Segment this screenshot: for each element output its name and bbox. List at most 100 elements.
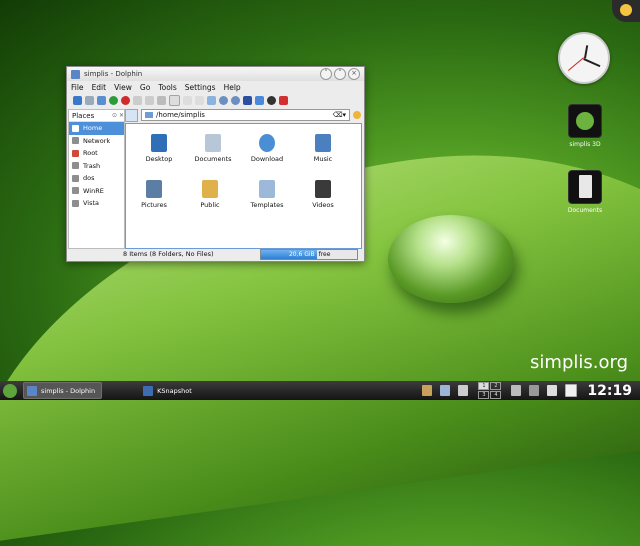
location-input[interactable]: /home/simplis ⌫▾ (141, 109, 350, 121)
up-icon[interactable] (97, 95, 106, 105)
places-item-label: Trash (83, 161, 101, 170)
paste-icon[interactable] (157, 95, 166, 105)
menu-help[interactable]: Help (224, 83, 241, 92)
maximize-button[interactable]: ˄ (334, 68, 346, 80)
drive-icon (72, 199, 79, 207)
back-icon[interactable] (73, 95, 82, 105)
tools-icon[interactable] (422, 385, 433, 396)
wallpaper-brand-text: simplis.org (530, 352, 628, 373)
file-item-desktop[interactable]: Desktop (134, 134, 184, 163)
desktop-icon-documents[interactable]: Documents (560, 170, 610, 214)
stop-icon[interactable] (121, 95, 130, 105)
forward-icon[interactable] (85, 95, 94, 105)
used-space-bar: 20,6 GiB (261, 249, 317, 259)
places-item-vista[interactable]: Vista (69, 197, 124, 210)
location-text: /home/simplis (156, 111, 205, 119)
places-item-dos[interactable]: dos (69, 172, 124, 185)
binoculars-icon[interactable] (267, 95, 276, 105)
status-text: 8 Items (8 Folders, No Files) (123, 250, 214, 258)
desktop-toolbox-button[interactable] (612, 0, 640, 22)
file-item-label: Public (200, 201, 220, 209)
volume-icon[interactable] (529, 385, 540, 396)
analog-clock-widget[interactable] (558, 32, 610, 84)
location-mode-button[interactable] (125, 108, 138, 122)
file-item-documents[interactable]: Documents (188, 134, 238, 163)
cashew-icon (620, 4, 632, 16)
places-item-root[interactable]: Root (69, 147, 124, 160)
digital-clock[interactable]: 12:19 (587, 383, 632, 399)
clock-hour-hand (584, 45, 589, 59)
dolphin-app-icon (27, 385, 37, 396)
cut-icon[interactable] (133, 95, 142, 105)
menu-settings[interactable]: Settings (185, 83, 216, 92)
pager-desktop-2[interactable]: 2 (490, 382, 502, 390)
menu-go[interactable]: Go (140, 83, 150, 92)
menu-view[interactable]: View (114, 83, 132, 92)
menu-file[interactable]: File (71, 83, 84, 92)
places-item-label: Root (83, 149, 98, 158)
copy-icon[interactable] (145, 95, 154, 105)
places-item-network[interactable]: Network (69, 135, 124, 148)
network-icon (72, 137, 79, 145)
panel-close-icon[interactable]: ⊙ ✕ (112, 112, 124, 119)
pager-desktop-1[interactable]: 1 (478, 382, 490, 390)
application-launcher-button[interactable] (3, 383, 17, 398)
network-icon[interactable] (511, 385, 522, 396)
columns-view-icon[interactable] (195, 95, 204, 105)
file-item-public[interactable]: Public (185, 180, 235, 209)
go-button[interactable] (353, 111, 361, 119)
menu-edit[interactable]: Edit (92, 83, 107, 92)
icons-view-icon[interactable] (169, 94, 180, 106)
device-notifier-icon[interactable] (458, 385, 469, 396)
documents-folder-icon (205, 134, 221, 152)
details-view-icon[interactable] (183, 95, 192, 105)
task-dolphin[interactable]: simplis - Dolphin (23, 382, 103, 399)
templates-folder-icon (259, 180, 275, 198)
notes-icon[interactable] (565, 384, 578, 397)
public-folder-icon (202, 180, 218, 198)
file-item-label: Videos (312, 201, 334, 209)
free-space-label: free (318, 250, 331, 258)
desktop-pager: 1 2 3 4 (478, 382, 502, 399)
drive-icon (72, 187, 79, 195)
file-item-videos[interactable]: Videos (298, 180, 348, 209)
battery-icon[interactable] (547, 385, 558, 396)
file-item-templates[interactable]: Templates (242, 180, 292, 209)
zoom-out-icon[interactable] (231, 95, 240, 105)
minimize-button[interactable]: ˅ (320, 68, 332, 80)
file-item-pictures[interactable]: Pictures (129, 180, 179, 209)
places-item-home[interactable]: Home (69, 122, 124, 135)
file-view[interactable]: Desktop Documents Download Music Picture… (125, 123, 362, 249)
pager-desktop-3[interactable]: 3 (478, 391, 490, 399)
file-item-download[interactable]: Download (242, 134, 292, 163)
clock-second-hand (568, 57, 584, 71)
preview-icon[interactable] (207, 95, 216, 105)
task-label: KSnapshot (157, 386, 192, 395)
zoom-in-icon[interactable] (219, 95, 228, 105)
free-space-indicator: 20,6 GiB free (260, 248, 358, 260)
find-icon[interactable] (255, 95, 264, 105)
pager-desktop-4[interactable]: 4 (490, 391, 502, 399)
reload-icon[interactable] (109, 95, 118, 105)
menu-tools[interactable]: Tools (158, 83, 176, 92)
home-icon (72, 124, 79, 132)
delete-icon[interactable] (279, 95, 288, 105)
task-ksnapshot[interactable]: KSnapshot (140, 383, 198, 398)
documents-icon (568, 170, 602, 204)
clear-location-icon[interactable]: ⌫▾ (333, 110, 346, 120)
toolbar (67, 93, 364, 107)
close-button[interactable]: × (348, 68, 360, 80)
places-item-winre[interactable]: WinRE (69, 185, 124, 198)
dolphin-app-icon (71, 69, 80, 79)
window-titlebar[interactable]: simplis - Dolphin ˅ ˄ × (67, 67, 364, 81)
klipper-icon[interactable] (440, 385, 451, 396)
ksnapshot-icon (143, 385, 154, 396)
dolphin-window[interactable]: simplis - Dolphin ˅ ˄ × File Edit View G… (66, 66, 365, 262)
file-item-music[interactable]: Music (298, 134, 348, 163)
desktop-icon-simplis-3d[interactable]: simplis 3D (560, 104, 610, 148)
videos-folder-icon (315, 180, 331, 198)
taskbar: simplis - Dolphin KSnapshot 1 2 3 4 12:1… (0, 381, 640, 400)
places-item-trash[interactable]: Trash (69, 160, 124, 173)
drive-icon (72, 174, 79, 182)
split-icon[interactable] (243, 95, 252, 105)
